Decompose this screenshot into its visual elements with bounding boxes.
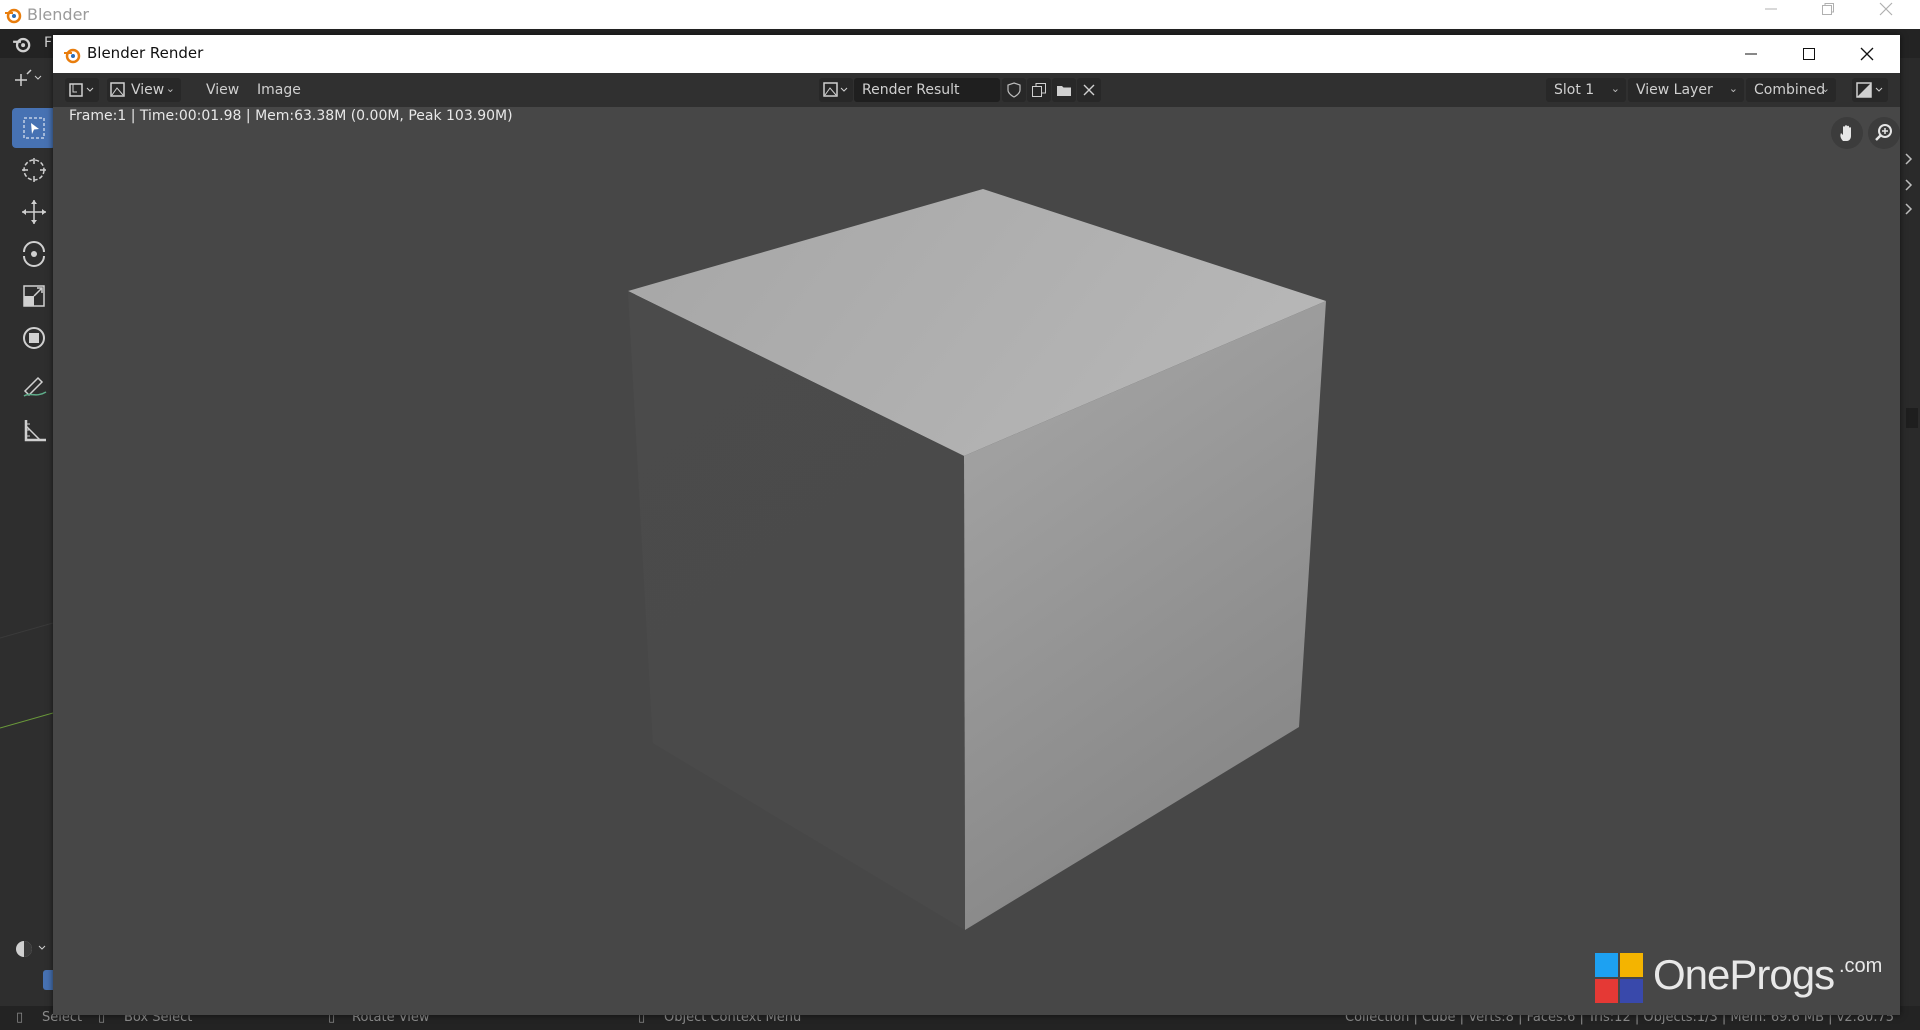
browse-image-button[interactable] (819, 78, 853, 102)
restore-icon (1822, 3, 1834, 15)
menu-image[interactable]: Image (257, 82, 301, 98)
render-window-title: Blender Render (87, 44, 204, 62)
transform-orientation-button[interactable] (10, 66, 50, 90)
display-channels-button[interactable] (1852, 78, 1888, 102)
render-minimize-button[interactable] (1722, 35, 1780, 73)
main-window-title: Blender (27, 5, 89, 24)
watermark-suffix: .com (1839, 955, 1883, 977)
render-window: Blender Render View ⌄ View Image Render … (53, 35, 1900, 1015)
properties-tab[interactable] (1906, 408, 1918, 428)
scale-tool[interactable] (12, 276, 56, 316)
new-image-button[interactable] (1027, 78, 1051, 102)
transform-icon (23, 327, 45, 349)
viewport-grid-line (0, 622, 53, 729)
close-icon (1083, 84, 1095, 96)
zoom-view-button[interactable] (1868, 117, 1900, 149)
blender-logo-icon (5, 8, 22, 24)
left-toolbar (0, 58, 56, 1018)
render-close-button[interactable] (1838, 35, 1896, 73)
transform-tool[interactable] (12, 318, 56, 358)
annotate-pencil-icon (23, 376, 47, 397)
render-info-line: Frame:1 | Time:00:01.98 | Mem:63.38M (0.… (69, 108, 513, 124)
render-maximize-button[interactable] (1780, 35, 1838, 73)
transform-gizmo-icon (15, 69, 42, 86)
image-browse-icon (823, 82, 848, 97)
minimize-icon (1745, 53, 1757, 55)
cursor-icon (22, 158, 46, 182)
select-box-icon (23, 117, 45, 139)
measure-ruler-icon (24, 420, 46, 442)
unlink-image-button[interactable] (1077, 78, 1101, 102)
close-button[interactable] (1866, 2, 1906, 26)
hand-icon (1840, 125, 1851, 141)
image-view-icon (110, 82, 125, 97)
view-mode-dropdown[interactable]: View ⌄ (107, 78, 181, 102)
rotate-tool[interactable] (12, 234, 56, 274)
blender-logo-icon (64, 48, 81, 64)
chevron-down-icon: ⌄ (1728, 82, 1738, 95)
fake-user-button[interactable] (1002, 78, 1026, 102)
scene-selector-edge[interactable] (43, 970, 53, 990)
move-icon (22, 200, 46, 224)
scale-icon (23, 285, 45, 307)
minimize-button[interactable] (1751, 2, 1791, 26)
mode-selector[interactable] (12, 936, 52, 962)
duplicate-icon (1032, 83, 1046, 97)
folder-icon (1057, 86, 1071, 96)
file-menu-partial[interactable]: F (44, 35, 52, 51)
minimize-icon (1765, 8, 1777, 10)
view-layer-label: View Layer (1636, 82, 1713, 98)
close-icon (1860, 47, 1874, 61)
mouse-left-icon: ▯ (16, 1010, 24, 1025)
blender-menu-icon[interactable] (12, 34, 32, 54)
zoom-icon (1875, 124, 1892, 141)
render-pass-dropdown[interactable]: Combined ⌄ (1746, 78, 1836, 102)
chevron-down-icon: ⌄ (165, 82, 175, 95)
slot-dropdown[interactable]: Slot 1 ⌄ (1546, 78, 1626, 102)
select-box-tool[interactable] (12, 108, 56, 148)
image-editor-header: View ⌄ View Image Render Result Slot 1 ⌄… (53, 73, 1900, 107)
render-window-titlebar: Blender Render (53, 35, 1900, 73)
pan-view-button[interactable] (1831, 117, 1863, 149)
display-channels-icon (1856, 82, 1883, 98)
slot-label: Slot 1 (1554, 82, 1595, 98)
move-tool[interactable] (12, 192, 56, 232)
close-icon (1879, 2, 1893, 16)
menu-view[interactable]: View (206, 82, 239, 98)
shield-icon (1007, 82, 1021, 98)
editor-type-button[interactable] (65, 78, 99, 102)
chevron-down-icon: ⌄ (1820, 82, 1830, 95)
cursor-tool[interactable] (12, 150, 56, 190)
oneprogs-logo (1595, 953, 1643, 1003)
image-name-field[interactable]: Render Result (854, 78, 1000, 102)
restore-button[interactable] (1808, 2, 1848, 26)
render-viewport[interactable] (53, 107, 1900, 1015)
view-mode-label: View (131, 82, 165, 98)
object-mode-icon (16, 941, 46, 957)
image-editor-icon (69, 83, 94, 97)
open-image-button[interactable] (1052, 78, 1076, 102)
expand-arrows-icon[interactable] (1902, 148, 1918, 218)
annotate-tool[interactable] (12, 366, 56, 406)
rotate-icon (23, 241, 45, 267)
maximize-icon (1803, 48, 1815, 60)
render-pass-label: Combined (1754, 82, 1826, 98)
image-name-label: Render Result (862, 82, 960, 98)
main-window-titlebar: Blender (0, 0, 1920, 29)
watermark: OneProgs .com (1595, 949, 1895, 1009)
chevron-down-icon: ⌄ (1610, 82, 1620, 95)
watermark-text: OneProgs (1653, 951, 1835, 998)
view-layer-dropdown[interactable]: View Layer ⌄ (1628, 78, 1744, 102)
properties-panel-edge (1900, 58, 1920, 1006)
measure-tool[interactable] (12, 410, 56, 450)
